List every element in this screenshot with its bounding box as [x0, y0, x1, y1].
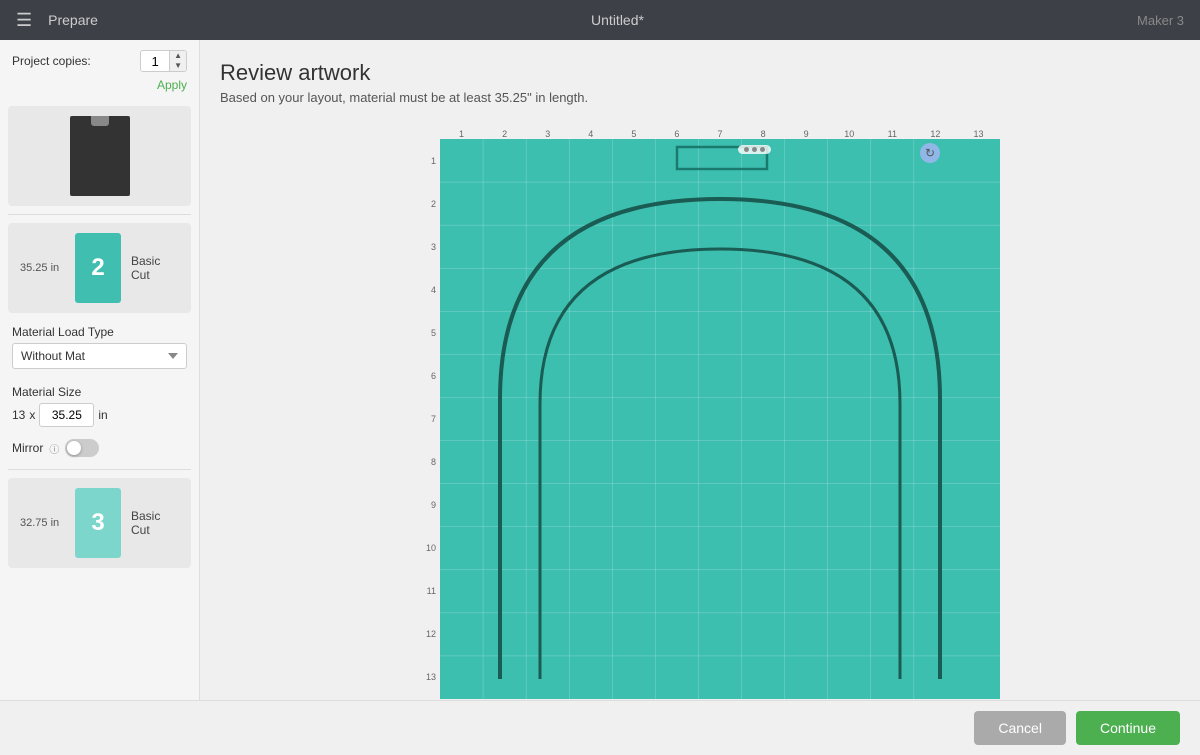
main-layout: Project copies: ▲ ▼ Apply 35.25 in: [0, 40, 1200, 700]
tick-8: 8: [742, 129, 785, 139]
mat3-number: 3: [91, 509, 104, 537]
bottom-bar: Cancel Continue: [0, 700, 1200, 755]
material-row-3: 32.75 in 3 Basic Cut: [20, 488, 179, 558]
copies-input-wrap: ▲ ▼: [140, 50, 187, 72]
arch-svg: [440, 139, 1000, 699]
tick-2: 2: [483, 129, 526, 139]
row-tick-6: 6: [400, 354, 440, 397]
row-tick-4: 4: [400, 268, 440, 311]
row-tick-7: 7: [400, 397, 440, 440]
copies-input[interactable]: [141, 52, 169, 71]
apply-button[interactable]: Apply: [157, 78, 187, 92]
size-row: 13 x in: [0, 403, 199, 435]
dot1: [744, 147, 749, 152]
mat3-cut-label: Basic Cut: [131, 509, 179, 537]
rotate-icon: ↻: [925, 146, 935, 160]
size-prefix: 13: [12, 408, 25, 422]
tick-10: 10: [828, 129, 871, 139]
app-title: Prepare: [48, 12, 98, 28]
arch-context-menu[interactable]: [738, 145, 771, 154]
cancel-button[interactable]: Cancel: [974, 711, 1066, 745]
mat-card-3[interactable]: 32.75 in 3 Basic Cut: [8, 478, 191, 568]
mat-card-2[interactable]: 35.25 in 2 Basic Cut: [8, 223, 191, 313]
ruler-left: 1 2 3 4 5 6 7 8 9 10 11 12 13: [400, 139, 440, 699]
review-title: Review artwork: [220, 60, 1180, 86]
tick-6: 6: [655, 129, 698, 139]
mat3-thumb: 3: [75, 488, 121, 558]
load-type-select-wrap: Without Mat: [0, 343, 199, 377]
mirror-label: Mirror: [12, 441, 43, 455]
mat2-size-label: 35.25 in: [20, 262, 65, 274]
tick-7: 7: [698, 129, 741, 139]
dot2: [752, 147, 757, 152]
tick-13: 13: [957, 129, 1000, 139]
row-tick-8: 8: [400, 441, 440, 484]
dot3: [760, 147, 765, 152]
row-tick-2: 2: [400, 182, 440, 225]
row-tick-10: 10: [400, 527, 440, 570]
device-name: Maker 3: [1137, 13, 1184, 28]
row-tick-13: 13: [400, 656, 440, 699]
grid-container: 1 2 3 4 5 6 7 8 9 10 11 12 13: [400, 119, 1000, 699]
mat-card-1: [8, 106, 191, 206]
topbar: ☰ Prepare Untitled* Maker 3: [0, 0, 1200, 40]
mirror-toggle[interactable]: [65, 439, 99, 457]
project-copies-row: Project copies: ▲ ▼: [0, 40, 199, 76]
rotate-handle[interactable]: ↻: [920, 143, 940, 163]
copies-decrement[interactable]: ▼: [170, 61, 186, 71]
tick-11: 11: [871, 129, 914, 139]
divider-2: [8, 469, 191, 470]
mirror-info-icon: ⓘ: [49, 441, 59, 456]
menu-icon[interactable]: ☰: [16, 10, 32, 31]
mat2-cut-label: Basic Cut: [131, 254, 179, 282]
tick-12: 12: [914, 129, 957, 139]
mat2-thumb: 2: [75, 233, 121, 303]
divider-1: [8, 214, 191, 215]
mat3-size-label: 32.75 in: [20, 517, 65, 529]
row-tick-5: 5: [400, 311, 440, 354]
material-size-label: Material Size: [0, 377, 199, 403]
load-type-select[interactable]: Without Mat: [12, 343, 187, 369]
copies-spinners: ▲ ▼: [169, 51, 186, 71]
tick-1: 1: [440, 129, 483, 139]
tick-5: 5: [612, 129, 655, 139]
review-subtitle: Based on your layout, material must be a…: [220, 90, 1180, 105]
continue-button[interactable]: Continue: [1076, 711, 1180, 745]
grid-area: [440, 139, 1000, 699]
copies-increment[interactable]: ▲: [170, 51, 186, 61]
left-panel: Project copies: ▲ ▼ Apply 35.25 in: [0, 40, 200, 700]
project-title: Untitled*: [591, 12, 644, 28]
row-tick-12: 12: [400, 613, 440, 656]
row-tick-11: 11: [400, 570, 440, 613]
mat-preview-black: [70, 116, 130, 196]
mat-notch: [91, 116, 109, 126]
size-height-input[interactable]: [39, 403, 94, 427]
size-unit: in: [98, 408, 107, 422]
size-x: x: [29, 408, 35, 422]
ruler-and-grid: 1 2 3 4 5 6 7 8 9 10 11 12 13: [220, 119, 1180, 699]
apply-link: Apply: [0, 76, 199, 102]
tick-3: 3: [526, 129, 569, 139]
canvas-wrap: 1 2 3 4 5 6 7 8 9 10 11 12 13: [220, 119, 1180, 700]
mat2-number: 2: [91, 254, 104, 282]
load-type-section-label: Material Load Type: [0, 317, 199, 343]
project-copies-label: Project copies:: [12, 54, 132, 68]
material-row-2: 35.25 in 2 Basic Cut: [20, 233, 179, 303]
row-tick-3: 3: [400, 225, 440, 268]
right-content: Review artwork Based on your layout, mat…: [200, 40, 1200, 700]
mirror-row: Mirror ⓘ: [0, 435, 199, 465]
row-tick-9: 9: [400, 484, 440, 527]
row-tick-1: 1: [400, 139, 440, 182]
ruler-top: 1 2 3 4 5 6 7 8 9 10 11 12 13: [440, 119, 1000, 139]
tick-4: 4: [569, 129, 612, 139]
tick-9: 9: [785, 129, 828, 139]
